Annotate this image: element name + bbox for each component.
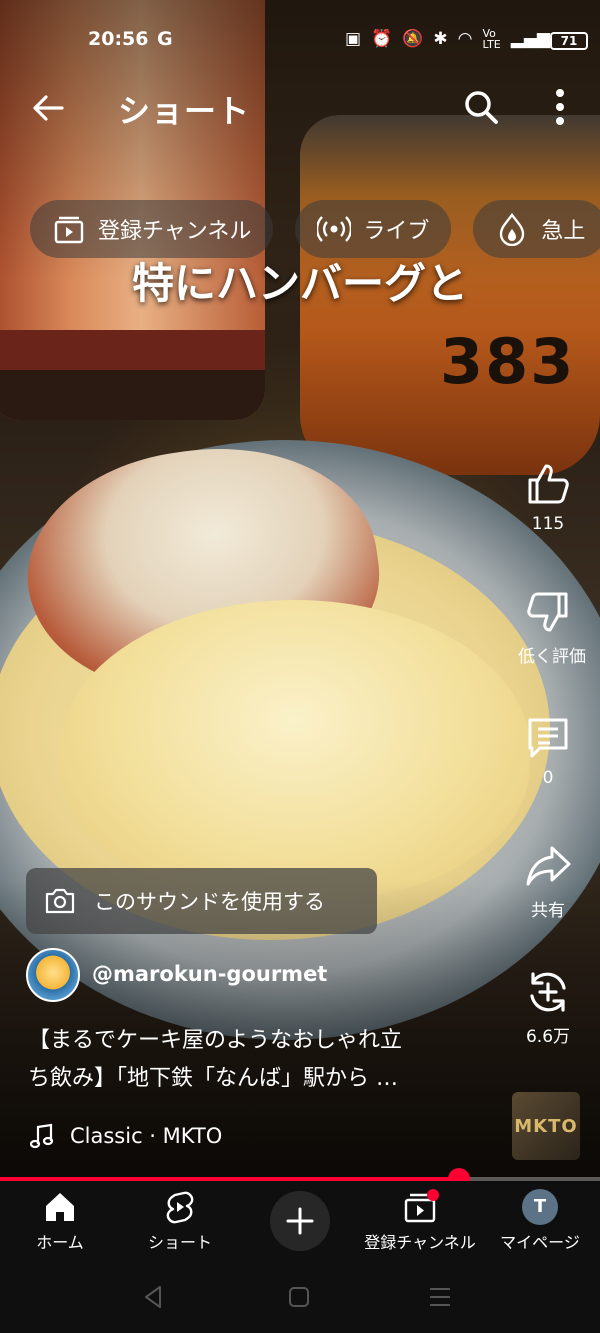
create-button[interactable] xyxy=(270,1191,330,1251)
glass-number: 383 xyxy=(440,325,576,398)
channel-avatar[interactable] xyxy=(26,948,80,1002)
share-icon xyxy=(526,846,571,886)
live-icon xyxy=(317,216,352,242)
like-button[interactable]: 115 xyxy=(518,460,578,534)
nav-subscriptions[interactable]: 登録チャンネル xyxy=(360,1189,480,1253)
thumb-up-icon xyxy=(528,464,569,504)
remix-button[interactable]: 6.6万 xyxy=(518,968,578,1047)
system-home-icon[interactable] xyxy=(285,1283,313,1311)
new-content-dot xyxy=(427,1189,439,1201)
comment-button[interactable]: 0 xyxy=(518,714,578,788)
home-icon xyxy=(46,1193,74,1221)
profile-avatar: T xyxy=(522,1189,558,1225)
volte-icon: Vo LTE xyxy=(482,27,501,51)
music-link[interactable]: Classic · MKTO xyxy=(28,1122,222,1150)
description-line-2: ち飲み】「地下鉄「なんば」駅から … xyxy=(28,1066,398,1091)
google-icon: G xyxy=(157,28,173,50)
nfc-icon: ▣ xyxy=(344,29,362,49)
bluetooth-icon: ✱ xyxy=(433,29,448,49)
like-count: 115 xyxy=(531,514,565,534)
system-back-icon[interactable] xyxy=(140,1283,168,1311)
nav-mypage[interactable]: T マイページ xyxy=(480,1189,600,1253)
mute-icon: 🔕 xyxy=(402,29,424,49)
subscriptions-icon xyxy=(54,216,84,244)
nav-subscriptions-label: 登録チャンネル xyxy=(364,1233,476,1252)
channel-handle[interactable]: @marokun-gourmet xyxy=(92,962,327,986)
mashed-potato xyxy=(60,600,530,900)
trending-icon xyxy=(500,213,525,246)
signal-icon: ▂▄▆ xyxy=(510,29,550,49)
nav-shorts[interactable]: ショート xyxy=(120,1189,240,1253)
music-label: Classic · MKTO xyxy=(70,1124,223,1148)
plus-icon xyxy=(286,1207,314,1235)
system-nav-bar xyxy=(0,1261,600,1333)
back-arrow-icon[interactable] xyxy=(28,88,68,128)
thumb-down-icon xyxy=(527,592,568,632)
chip-label: 急上 xyxy=(541,219,586,244)
chip-label: 登録チャンネル xyxy=(98,219,252,244)
shorts-header: ショート xyxy=(0,80,600,136)
wifi-icon: ◠ xyxy=(457,29,473,49)
shorts-icon xyxy=(166,1191,194,1224)
nav-home-label: ホーム xyxy=(36,1233,84,1252)
music-note-icon xyxy=(29,1123,54,1149)
share-button[interactable]: 共有 xyxy=(518,842,578,921)
camera-icon xyxy=(45,888,75,914)
video-description[interactable]: 【まるでケーキ屋のようなおしゃれ立 ち飲み】「地下鉄「なんば」駅から … xyxy=(28,1022,498,1098)
status-icons: ▣ ⏰ 🔕 ✱ ◠ Vo LTE ▂▄▆ xyxy=(345,28,550,50)
battery-icon: 71 xyxy=(550,32,588,50)
more-vert-icon[interactable] xyxy=(548,86,572,128)
status-time: 20:56 xyxy=(88,28,149,50)
dislike-button[interactable]: 低く評価 xyxy=(518,588,586,667)
remix-icon xyxy=(530,972,566,1012)
video-caption: 特にハンバーグと xyxy=(131,259,468,308)
system-menu-icon[interactable] xyxy=(426,1283,454,1311)
dislike-label: 低く評価 xyxy=(518,647,586,667)
page-title: ショート xyxy=(118,92,251,130)
comment-count: 0 xyxy=(542,768,554,788)
remix-count: 6.6万 xyxy=(525,1027,571,1047)
search-icon[interactable] xyxy=(462,88,500,126)
status-bar: 20:56 G ▣ ⏰ 🔕 ✱ ◠ Vo LTE ▂▄▆ 71 xyxy=(0,22,600,58)
alarm-icon: ⏰ xyxy=(371,29,393,49)
nav-mypage-label: マイページ xyxy=(500,1233,580,1252)
album-art[interactable]: MKTO xyxy=(512,1092,580,1160)
short-video[interactable]: 383 xyxy=(0,0,600,1178)
share-label: 共有 xyxy=(531,901,565,921)
nav-shorts-label: ショート xyxy=(147,1233,212,1252)
use-sound-label: このサウンドを使用する xyxy=(94,890,325,914)
use-sound-button[interactable]: このサウンドを使用する xyxy=(26,868,377,934)
comment-icon xyxy=(528,718,568,758)
description-line-1: 【まるでケーキ屋のようなおしゃれ立 xyxy=(28,1028,403,1053)
chip-label: ライブ xyxy=(363,219,430,244)
bottom-nav: ホーム ショート 登録チャンネル T マイページ xyxy=(0,1181,600,1261)
nav-home[interactable]: ホーム xyxy=(0,1189,120,1253)
